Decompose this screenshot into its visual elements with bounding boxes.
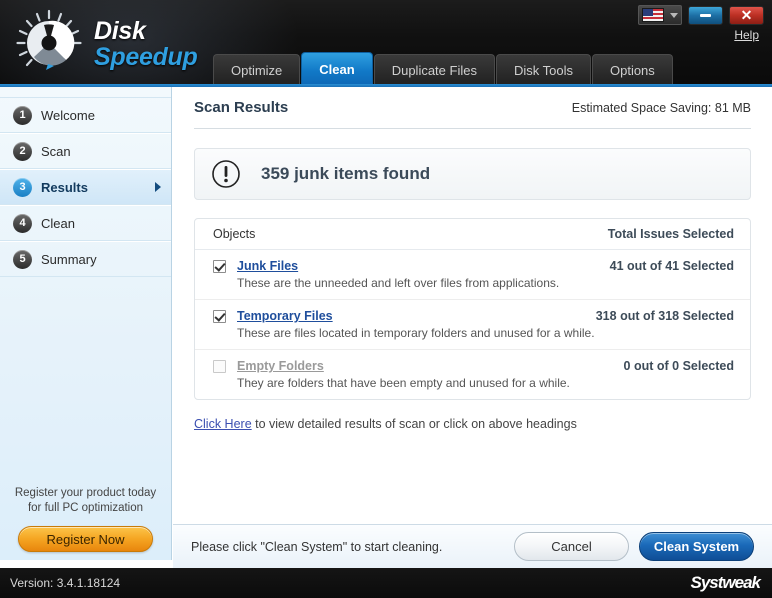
gauge-dial-icon <box>14 8 84 78</box>
detailed-results-line: Click Here to view detailed results of s… <box>194 417 751 431</box>
cancel-button[interactable]: Cancel <box>514 532 629 561</box>
empty-folders-count: 0 out of 0 Selected <box>623 359 734 373</box>
sidebar-item-results[interactable]: 3 Results <box>0 169 171 205</box>
footer-message: Please click "Clean System" to start cle… <box>191 539 443 554</box>
step-number: 5 <box>13 249 32 269</box>
page-title: Scan Results <box>194 99 289 116</box>
results-table-header: Objects Total Issues Selected <box>195 219 750 250</box>
sidebar-item-scan[interactable]: 2 Scan <box>0 133 171 169</box>
empty-folders-link[interactable]: Empty Folders <box>237 359 324 373</box>
help-link[interactable]: Help <box>734 28 759 42</box>
junk-files-count: 41 out of 41 Selected <box>609 259 734 273</box>
register-promo-line1: Register your product today <box>14 486 157 499</box>
footer-buttons: Cancel Clean System <box>514 532 754 561</box>
register-promo-line2: for full PC optimization <box>27 502 144 515</box>
column-total-issues: Total Issues Selected <box>607 227 734 241</box>
row-header: Junk Files 41 out of 41 Selected <box>213 259 734 273</box>
junk-files-link[interactable]: Junk Files <box>237 259 298 273</box>
column-objects: Objects <box>213 227 256 241</box>
temporary-files-link[interactable]: Temporary Files <box>237 309 333 323</box>
sidebar-item-label: Scan <box>41 143 71 159</box>
register-promo: Register your product today for full PC … <box>0 486 171 552</box>
detailed-results-text: to view detailed results of scan or clic… <box>251 417 577 431</box>
minimize-button[interactable] <box>688 5 723 25</box>
tab-optimize[interactable]: Optimize <box>213 54 301 86</box>
chevron-down-icon <box>670 12 678 18</box>
window-controls: ✕ <box>638 5 764 25</box>
empty-folders-checkbox[interactable] <box>213 359 226 373</box>
status-bar: Version: 3.4.1.18124 Systweak <box>0 568 772 598</box>
disk-speedup-window: Disk Speedup ✕ Help Optimize Clean Dupli… <box>0 0 772 598</box>
temporary-files-checkbox[interactable] <box>213 309 226 323</box>
app-logo: Disk Speedup <box>14 8 198 78</box>
us-flag-icon <box>642 8 664 22</box>
content-header: Scan Results Estimated Space Saving: 81 … <box>194 87 751 129</box>
step-number: 4 <box>13 213 32 233</box>
table-row: Temporary Files 318 out of 318 Selected … <box>195 300 750 350</box>
temporary-files-description: These are files located in temporary fol… <box>237 326 595 340</box>
clean-system-button[interactable]: Clean System <box>639 532 754 561</box>
close-button[interactable]: ✕ <box>729 5 764 25</box>
step-number: 3 <box>13 177 32 197</box>
minimize-icon <box>700 13 711 17</box>
row-header: Temporary Files 318 out of 318 Selected <box>213 309 734 323</box>
results-panel: Objects Total Issues Selected Junk Files… <box>194 218 751 400</box>
estimated-space-saving: Estimated Space Saving: 81 MB <box>571 100 751 115</box>
click-here-link[interactable]: Click Here <box>194 417 252 431</box>
tab-options[interactable]: Options <box>591 54 673 86</box>
title-bar: Disk Speedup ✕ Help Optimize Clean Dupli… <box>0 0 772 86</box>
sidebar-item-label: Results <box>41 179 88 195</box>
sidebar: 1 Welcome 2 Scan 3 Results 4 Clean 5 Sum… <box>0 87 172 560</box>
systweak-brand: Systweak <box>690 573 761 592</box>
junk-items-found-text: 359 junk items found <box>261 164 431 183</box>
junk-summary-banner: 359 junk items found <box>194 148 751 200</box>
language-selector[interactable] <box>638 5 682 25</box>
step-number: 1 <box>13 105 32 125</box>
tab-duplicate-files[interactable]: Duplicate Files <box>373 54 495 86</box>
app-title: Disk Speedup <box>94 16 198 71</box>
sidebar-item-welcome[interactable]: 1 Welcome <box>0 97 171 133</box>
sidebar-item-label: Clean <box>41 215 75 231</box>
temporary-files-count: 318 out of 318 Selected <box>595 309 734 323</box>
sidebar-item-label: Summary <box>41 251 97 267</box>
tab-disk-tools[interactable]: Disk Tools <box>495 54 591 86</box>
sidebar-item-label: Welcome <box>41 107 95 123</box>
row-header: Empty Folders 0 out of 0 Selected <box>213 359 734 373</box>
close-icon: ✕ <box>740 7 753 23</box>
logo-secondary-text: Speedup <box>94 43 198 71</box>
empty-folders-description: They are folders that have been empty an… <box>237 376 570 390</box>
sidebar-item-summary[interactable]: 5 Summary <box>0 241 171 277</box>
junk-files-checkbox[interactable] <box>213 259 226 273</box>
tab-clean[interactable]: Clean <box>301 52 373 86</box>
main-content: Scan Results Estimated Space Saving: 81 … <box>173 87 772 524</box>
sidebar-nav: 1 Welcome 2 Scan 3 Results 4 Clean 5 Sum… <box>0 87 171 277</box>
action-footer: Please click "Clean System" to start cle… <box>173 524 772 568</box>
register-now-button[interactable]: Register Now <box>18 526 153 552</box>
step-number: 2 <box>13 141 32 161</box>
version-label: Version: 3.4.1.18124 <box>10 576 121 590</box>
chevron-right-icon <box>155 182 161 192</box>
table-row: Empty Folders 0 out of 0 Selected They a… <box>195 350 750 399</box>
exclamation-circle-icon <box>211 159 241 189</box>
table-row: Junk Files 41 out of 41 Selected These a… <box>195 250 750 300</box>
sidebar-item-clean[interactable]: 4 Clean <box>0 205 171 241</box>
logo-primary-text: Disk <box>94 17 146 45</box>
main-tabs: Optimize Clean Duplicate Files Disk Tool… <box>213 52 674 86</box>
junk-files-description: These are the unneeded and left over fil… <box>237 276 560 290</box>
